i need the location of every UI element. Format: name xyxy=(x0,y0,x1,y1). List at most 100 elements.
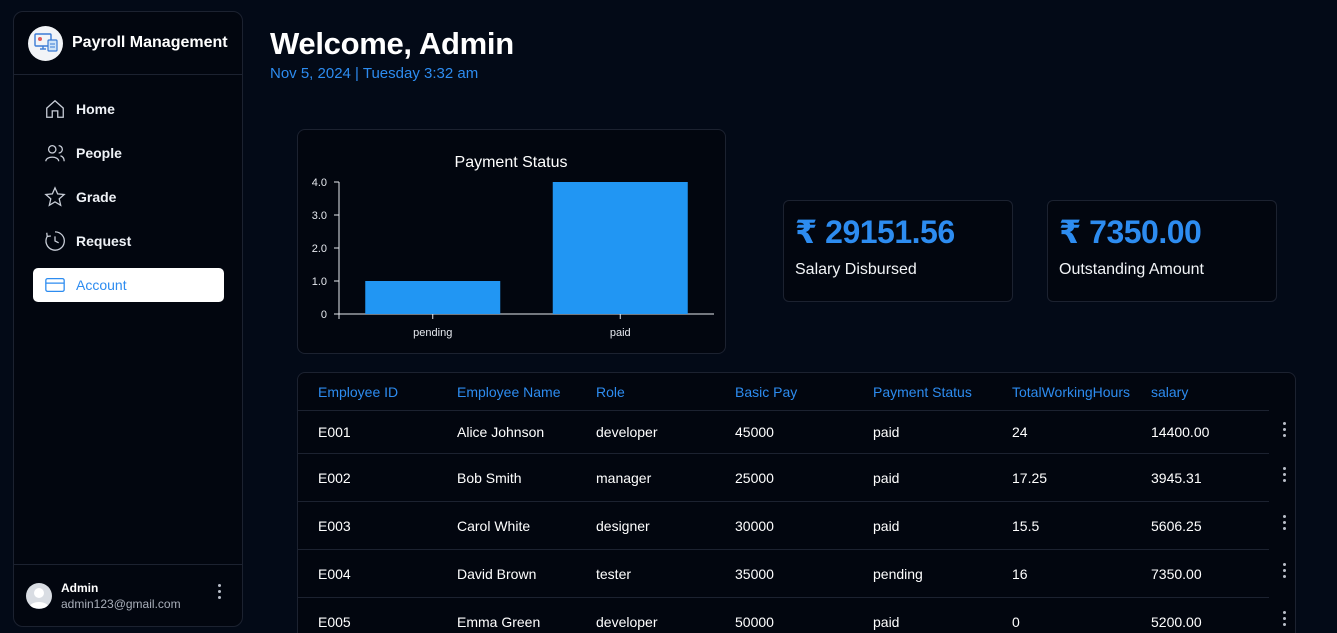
brand-header[interactable]: Payroll Management xyxy=(14,12,242,75)
cell-employee-name: Alice Johnson xyxy=(457,424,545,440)
bar-pending xyxy=(365,281,501,314)
cell-basic-pay: 35000 xyxy=(735,565,774,582)
cell-role: manager xyxy=(596,469,652,486)
salary-disbursed-card: ₹ 29151.56 Salary Disbursed xyxy=(783,200,1013,302)
row-more-icon[interactable] xyxy=(1279,515,1289,537)
table-row[interactable]: E003 Carol White designer 30000 paid 15.… xyxy=(298,502,1286,550)
sidebar-item-home[interactable]: Home xyxy=(33,92,224,126)
avatar xyxy=(26,582,52,609)
cell-employee-id: E003 xyxy=(318,517,351,534)
cell-role: designer xyxy=(596,517,650,534)
employee-table: Employee ID Employee Name Role Basic Pay… xyxy=(297,372,1296,633)
cell-working-hours: 24 xyxy=(1012,424,1028,440)
table-row[interactable]: E001 Alice Johnson developer 45000 paid … xyxy=(298,411,1286,454)
cell-payment-status: paid xyxy=(873,424,900,440)
cell-salary: 7350.00 xyxy=(1151,565,1202,582)
column-header[interactable]: Payment Status xyxy=(853,384,992,400)
page-title: Welcome, Admin xyxy=(270,26,514,61)
column-header[interactable]: TotalWorkingHours xyxy=(992,384,1131,400)
cell-employee-id: E001 xyxy=(318,424,351,440)
clock-icon xyxy=(45,231,65,251)
date-time: Nov 5, 2024 | Tuesday 3:32 am xyxy=(270,65,479,82)
payroll-logo-icon xyxy=(28,25,63,61)
chart-svg: Payment Status 0 1.0 2.0 3.0 4.0 pending paid xyxy=(312,154,714,339)
brand-title: Payroll Management xyxy=(72,34,228,51)
column-header[interactable]: Role xyxy=(576,384,715,400)
table-row[interactable]: E005 Emma Green developer 50000 paid 0 5… xyxy=(298,598,1286,633)
sidebar-item-people[interactable]: People xyxy=(33,136,224,170)
table-row[interactable]: E004 David Brown tester 35000 pending 16… xyxy=(298,550,1286,598)
column-header[interactable]: Basic Pay xyxy=(715,384,853,400)
salary-disbursed-label: Salary Disbursed xyxy=(795,261,917,278)
y-tick-label: 1.0 xyxy=(312,276,327,288)
table-header: Employee ID Employee Name Role Basic Pay… xyxy=(298,373,1269,411)
cell-working-hours: 0 xyxy=(1012,613,1020,630)
cell-working-hours: 16 xyxy=(1012,565,1028,582)
cell-salary: 3945.31 xyxy=(1151,469,1202,486)
cell-basic-pay: 50000 xyxy=(735,613,774,630)
cell-basic-pay: 25000 xyxy=(735,469,774,486)
cell-salary: 5606.25 xyxy=(1151,517,1202,534)
y-tick-label: 4.0 xyxy=(312,177,327,189)
sidebar-item-label: People xyxy=(76,145,122,161)
y-tick-label: 3.0 xyxy=(312,210,327,222)
outstanding-amount-value: ₹ 7350.00 xyxy=(1059,214,1202,250)
cell-employee-name: David Brown xyxy=(457,565,537,582)
cell-payment-status: paid xyxy=(873,469,900,486)
column-header[interactable]: Employee ID xyxy=(298,384,437,400)
sidebar-nav: Home People Grade Request Account xyxy=(14,75,242,302)
y-tick-label: 0 xyxy=(321,309,327,321)
user-profile[interactable]: Admin admin123@gmail.com xyxy=(14,564,242,626)
cell-employee-name: Carol White xyxy=(457,517,531,534)
user-avatar-icon xyxy=(29,587,49,608)
more-options-icon[interactable] xyxy=(214,584,224,608)
y-tick-label: 2.0 xyxy=(312,243,327,255)
sidebar-item-label: Request xyxy=(76,233,132,249)
sidebar-item-grade[interactable]: Grade xyxy=(33,180,224,214)
star-icon xyxy=(44,186,66,207)
column-header[interactable]: salary xyxy=(1131,384,1269,400)
home-icon xyxy=(46,99,64,118)
chart-title: Payment Status xyxy=(455,154,568,171)
sidebar: Payroll Management Home People Grade Req… xyxy=(13,11,243,627)
cell-basic-pay: 45000 xyxy=(735,424,774,440)
sidebar-item-request[interactable]: Request xyxy=(33,224,224,258)
table-row[interactable]: E002 Bob Smith manager 25000 paid 17.25 … xyxy=(298,454,1286,502)
cell-salary: 14400.00 xyxy=(1151,424,1210,440)
cell-working-hours: 17.25 xyxy=(1012,469,1048,486)
cell-employee-name: Bob Smith xyxy=(457,469,522,486)
sidebar-item-account[interactable]: Account xyxy=(33,268,224,302)
sidebar-item-label: Account xyxy=(76,277,127,293)
row-more-icon[interactable] xyxy=(1279,563,1289,585)
cell-payment-status: paid xyxy=(873,517,900,534)
outstanding-amount-card: ₹ 7350.00 Outstanding Amount xyxy=(1047,200,1277,302)
cell-payment-status: paid xyxy=(873,613,900,630)
row-more-icon[interactable] xyxy=(1279,467,1289,489)
cell-payment-status: pending xyxy=(873,565,923,582)
user-email: admin123@gmail.com xyxy=(61,596,181,611)
salary-disbursed-value: ₹ 29151.56 xyxy=(795,214,955,250)
cell-employee-id: E005 xyxy=(318,613,351,630)
bar-paid xyxy=(552,182,688,314)
people-icon xyxy=(45,145,65,162)
column-header[interactable]: Employee Name xyxy=(437,384,576,400)
card-icon xyxy=(45,277,65,293)
cell-role: developer xyxy=(596,613,658,630)
user-name: Admin xyxy=(61,580,99,595)
outstanding-amount-label: Outstanding Amount xyxy=(1059,261,1204,278)
cell-role: tester xyxy=(596,565,632,582)
cell-employee-name: Emma Green xyxy=(457,613,541,630)
x-tick-label: paid xyxy=(610,327,631,339)
cell-salary: 5200.00 xyxy=(1151,613,1202,630)
cell-working-hours: 15.5 xyxy=(1012,517,1040,534)
cell-basic-pay: 30000 xyxy=(735,517,774,534)
cell-role: developer xyxy=(596,424,658,440)
cell-employee-id: E002 xyxy=(318,469,351,486)
sidebar-item-label: Grade xyxy=(76,189,117,205)
row-more-icon[interactable] xyxy=(1279,421,1289,444)
sidebar-item-label: Home xyxy=(76,101,115,117)
x-tick-label: pending xyxy=(413,327,452,339)
payment-status-chart: Payment Status 0 1.0 2.0 3.0 4.0 pending paid xyxy=(297,129,726,354)
row-more-icon[interactable] xyxy=(1279,611,1289,633)
cell-employee-id: E004 xyxy=(318,565,351,582)
